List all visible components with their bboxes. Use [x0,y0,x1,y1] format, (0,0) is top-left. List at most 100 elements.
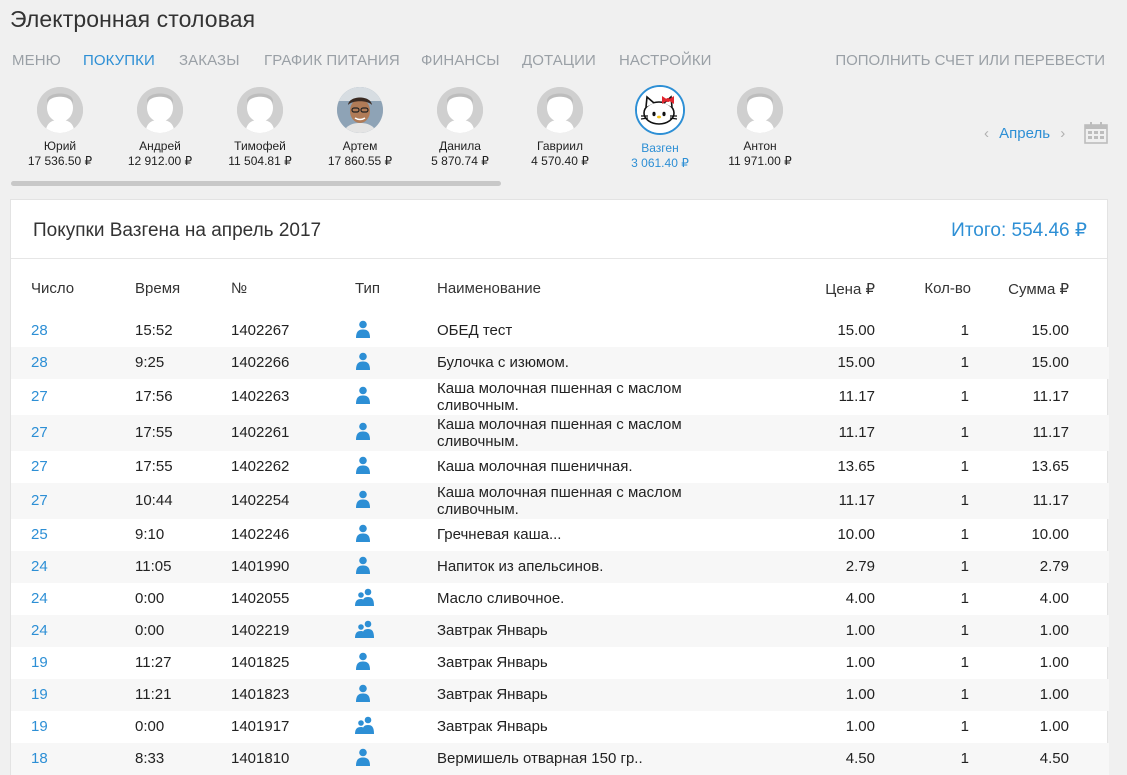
group-user-icon [355,620,374,638]
app-title: Электронная столовая [10,6,256,32]
cell-price: 15.00 [837,354,875,371]
user-icon [355,456,373,474]
cell-num: 1402262 [231,458,290,475]
hello-kitty-avatar [635,85,685,135]
table-row[interactable]: 19 0:00 1401917 Завтрак Январь 1.00 1 1.00 [11,711,1109,743]
user-icon [355,748,373,766]
people-scrollbar[interactable] [11,181,501,186]
person-card[interactable]: Юрий 17 536.50 ₽ [10,84,110,169]
table-row[interactable]: 24 11:05 1401990 Напиток из апельсинов. 2.79… [11,551,1109,583]
cell-sum: 4.00 [1039,590,1069,607]
cell-time: 9:10 [135,526,165,543]
table-row[interactable]: 19 11:21 1401823 Завтрак Январь 1.00 1 1.00 [11,679,1109,711]
calendar-icon[interactable] [1084,122,1108,144]
cell-day[interactable]: 27 [31,492,48,509]
cell-qty: 1 [960,526,969,543]
cell-day[interactable]: 27 [31,424,48,441]
table-row[interactable]: 27 17:55 1402261 Каша молочная пшенная с ма… [11,415,1109,451]
person-card[interactable]: Тимофей 11 504.81 ₽ [210,84,310,169]
next-month-icon[interactable]: › [1060,125,1065,142]
person-name: Тимофей [234,139,286,153]
cell-sum: 11.17 [1032,424,1069,441]
cell-price: 1.00 [845,718,875,735]
cell-day[interactable]: 28 [31,354,48,371]
cell-day[interactable]: 27 [31,388,48,405]
group-user-icon [355,588,374,606]
cell-name: Каша молочная пшенная с маслом сливочным… [437,416,682,450]
person-card[interactable]: Данила 5 870.74 ₽ [410,84,510,169]
cell-time: 11:05 [135,558,172,575]
table-row[interactable]: 18 8:33 1401810 Вермишель отварная 150 гр..… [11,743,1109,775]
cell-name: Каша молочная пшенная с маслом сливочным… [437,380,682,414]
cell-day[interactable]: 19 [31,654,48,671]
default-avatar-icon [537,87,583,133]
nav-item[interactable]: ФИНАНСЫ [421,52,500,69]
cell-qty: 1 [960,590,969,607]
header-day: Число [31,280,75,297]
cell-time: 17:55 [135,424,173,441]
cell-time: 9:25 [135,354,165,371]
table-row[interactable]: 27 10:44 1402254 Каша молочная пшенная с ма… [11,483,1109,519]
nav-item[interactable]: ПОКУПКИ [83,52,155,69]
nav-item[interactable]: ДОТАЦИИ [522,52,596,69]
user-icon [355,422,373,440]
cell-name: Напиток из апельсинов. [437,558,604,575]
cell-price: 4.50 [845,750,875,767]
cell-name: Булочка с изюмом. [437,354,569,371]
cell-day[interactable]: 24 [31,622,48,639]
person-card[interactable]: Андрей 12 912.00 ₽ [110,84,210,169]
cell-num: 1402055 [231,590,290,607]
person-card[interactable]: Гавриил 4 570.40 ₽ [510,84,610,169]
cell-day[interactable]: 27 [31,458,48,475]
cell-time: 17:56 [135,388,173,405]
cell-day[interactable]: 25 [31,526,48,543]
table-row[interactable]: 28 9:25 1402266 Булочка с изюмом. 15.00 1 15.0… [11,347,1109,379]
cell-name: ОБЕД тест [437,322,513,339]
person-balance: 12 912.00 ₽ [127,154,193,168]
cell-day[interactable]: 18 [31,750,48,767]
table-header: Число Время № Тип Наименование Цена ₽ Ко… [11,280,1109,298]
person-card[interactable]: Вазген 3 061.40 ₽ [610,84,710,171]
prev-month-icon[interactable]: ‹ [984,125,989,142]
nav-item[interactable]: МЕНЮ [12,52,61,69]
person-card[interactable]: Антон 11 971.00 ₽ [710,84,810,169]
default-avatar-icon [37,87,83,133]
person-name: Вазген [641,141,679,155]
nav-item[interactable]: ЗАКАЗЫ [179,52,240,69]
cell-qty: 1 [960,354,969,371]
nav-item[interactable]: НАСТРОЙКИ [619,52,712,69]
cell-price: 2.79 [845,558,875,575]
person-name: Данила [439,139,481,153]
table-row[interactable]: 25 9:10 1402246 Гречневая каша... 10.00 1 10.0… [11,519,1109,551]
person-card[interactable]: Артем 17 860.55 ₽ [310,84,410,169]
table-row[interactable]: 24 0:00 1402219 Завтрак Январь 1.00 1 1.00 [11,615,1109,647]
cell-num: 1402266 [231,354,290,371]
table-row[interactable]: 19 11:27 1401825 Завтрак Январь 1.00 1 1.00 [11,647,1109,679]
user-icon [355,352,373,370]
header-name: Наименование [437,280,541,297]
default-avatar-icon [437,87,483,133]
photo-avatar [337,87,383,133]
cell-day[interactable]: 24 [31,590,48,607]
cell-day[interactable]: 24 [31,558,48,575]
cell-num: 1402246 [231,526,290,543]
top-up-link[interactable]: ПОПОЛНИТЬ СЧЕТ ИЛИ ПЕРЕВЕСТИ [835,52,1105,69]
table-row[interactable]: 27 17:56 1402263 Каша молочная пшенная с ма… [11,379,1109,415]
person-balance: 5 870.74 ₽ [431,154,489,168]
cell-num: 1401825 [231,654,290,671]
table-row[interactable]: 28 15:52 1402267 ОБЕД тест 15.00 1 15.00 [11,315,1109,347]
nav-item[interactable]: ГРАФИК ПИТАНИЯ [264,52,400,69]
cell-num: 1402219 [231,622,290,639]
default-avatar-icon [137,87,183,133]
header-time: Время [135,280,181,297]
month-label[interactable]: Апрель [999,125,1050,142]
cell-day[interactable]: 19 [31,686,48,703]
cell-num: 1401917 [231,718,290,735]
person-balance: 17 536.50 ₽ [27,154,93,168]
cell-time: 0:00 [135,590,165,607]
cell-day[interactable]: 28 [31,322,48,339]
table-row[interactable]: 27 17:55 1402262 Каша молочная пшеничная. 13… [11,451,1109,483]
cell-qty: 1 [960,492,969,509]
table-row[interactable]: 24 0:00 1402055 Масло сливочное. 4.00 1 4.00 [11,583,1109,615]
cell-day[interactable]: 19 [31,718,48,735]
